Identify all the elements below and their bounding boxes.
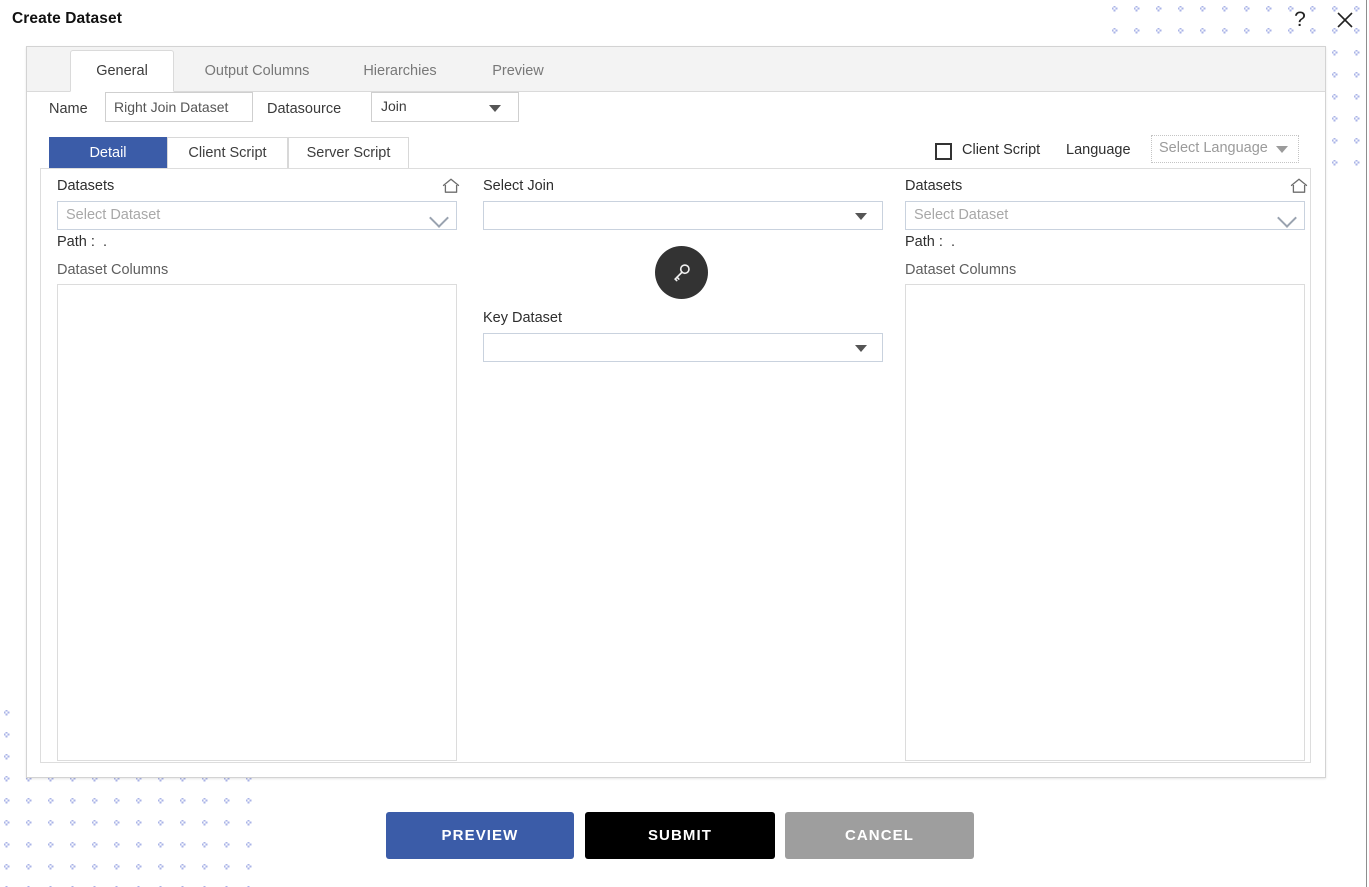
tab-output-columns[interactable]: Output Columns [182,51,332,91]
chevron-down-icon [855,213,867,220]
create-dataset-dialog: General Output Columns Hierarchies Previ… [26,46,1326,778]
left-dataset-placeholder: Select Dataset [66,207,161,223]
help-icon[interactable]: ? [1288,6,1312,34]
select-join-select[interactable] [483,201,883,230]
home-icon[interactable] [441,177,461,195]
preview-button[interactable]: PREVIEW [386,812,574,859]
name-label: Name [49,101,88,117]
tab-general[interactable]: General [70,50,174,92]
page-title: Create Dataset [12,10,122,27]
chevron-down-icon [855,345,867,352]
right-dataset-select[interactable]: Select Dataset [905,201,1305,230]
right-dataset-placeholder: Select Dataset [914,207,1009,223]
left-dataset-select[interactable]: Select Dataset [57,201,457,230]
left-columns-label: Dataset Columns [57,262,169,278]
close-icon[interactable] [1331,4,1359,34]
key-dataset-label: Key Dataset [483,310,562,326]
name-input[interactable] [105,92,253,122]
language-value: Select Language [1159,140,1268,156]
page-right-border [1366,0,1367,887]
select-join-label: Select Join [483,178,554,194]
cancel-button[interactable]: CANCEL [785,812,974,859]
left-dataset-columns-list[interactable] [57,284,457,761]
chevron-down-icon [1276,146,1288,153]
chevron-down-icon [429,208,449,228]
subtab-client-script[interactable]: Client Script [167,137,288,169]
client-script-checkbox[interactable] [935,143,952,160]
submit-button[interactable]: SUBMIT [585,812,775,859]
detail-content-area: Datasets Select Dataset Path : . Dataset… [40,168,1311,763]
left-datasets-label: Datasets [57,178,115,194]
left-path-value: . [102,234,107,250]
left-path-label: Path : [57,234,95,250]
language-select[interactable]: Select Language [1151,135,1299,163]
tab-hierarchies[interactable]: Hierarchies [340,51,460,91]
right-path-label: Path : [905,234,943,250]
client-script-label: Client Script [962,142,1041,158]
datasource-select[interactable]: Join [371,92,519,122]
chevron-down-icon [489,105,501,112]
right-path-value: . [950,234,955,250]
key-dataset-select[interactable] [483,333,883,362]
left-path-row: Path : . [57,234,107,250]
tab-preview[interactable]: Preview [468,51,568,91]
subtab-server-script[interactable]: Server Script [288,137,409,169]
home-icon[interactable] [1289,177,1309,195]
datasource-value: Join [381,98,407,114]
chevron-down-icon [1277,208,1297,228]
subtab-detail[interactable]: Detail [49,137,167,169]
dialog-tab-bar: General Output Columns Hierarchies Previ… [27,47,1325,92]
right-path-row: Path : . [905,234,955,250]
language-label: Language [1066,142,1131,158]
right-columns-label: Dataset Columns [905,262,1017,278]
datasource-label: Datasource [267,101,342,117]
key-icon[interactable] [655,246,708,299]
right-datasets-label: Datasets [905,178,963,194]
right-dataset-columns-list[interactable] [905,284,1305,761]
